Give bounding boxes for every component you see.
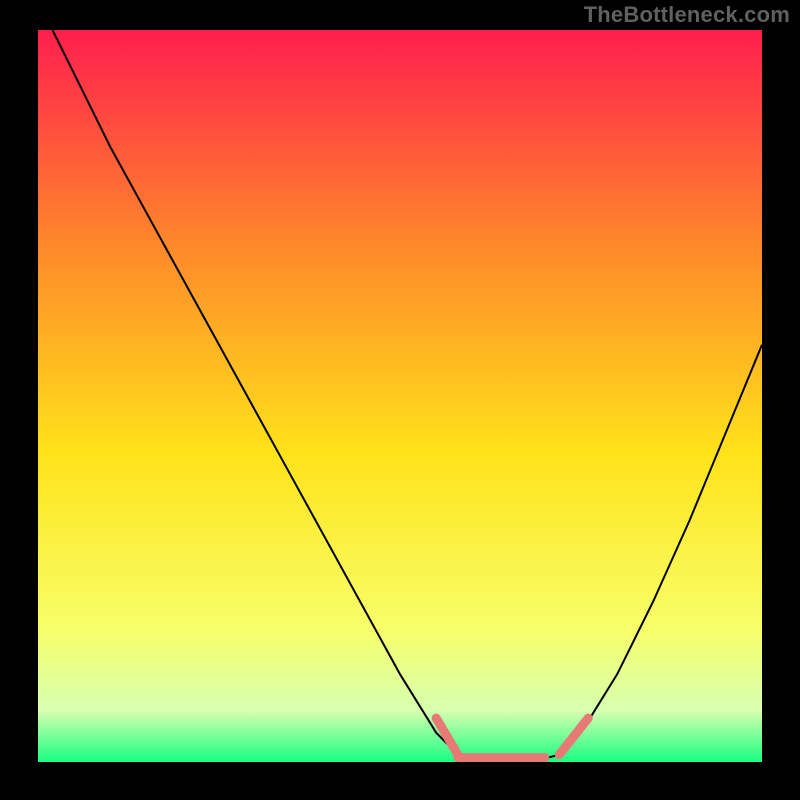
plot-area (38, 30, 762, 762)
watermark-text: TheBottleneck.com (584, 2, 790, 28)
chart-container: TheBottleneck.com (0, 0, 800, 800)
bottleneck-curve (53, 30, 763, 762)
marker-right-slope (559, 718, 588, 755)
curve-layer (38, 30, 762, 762)
